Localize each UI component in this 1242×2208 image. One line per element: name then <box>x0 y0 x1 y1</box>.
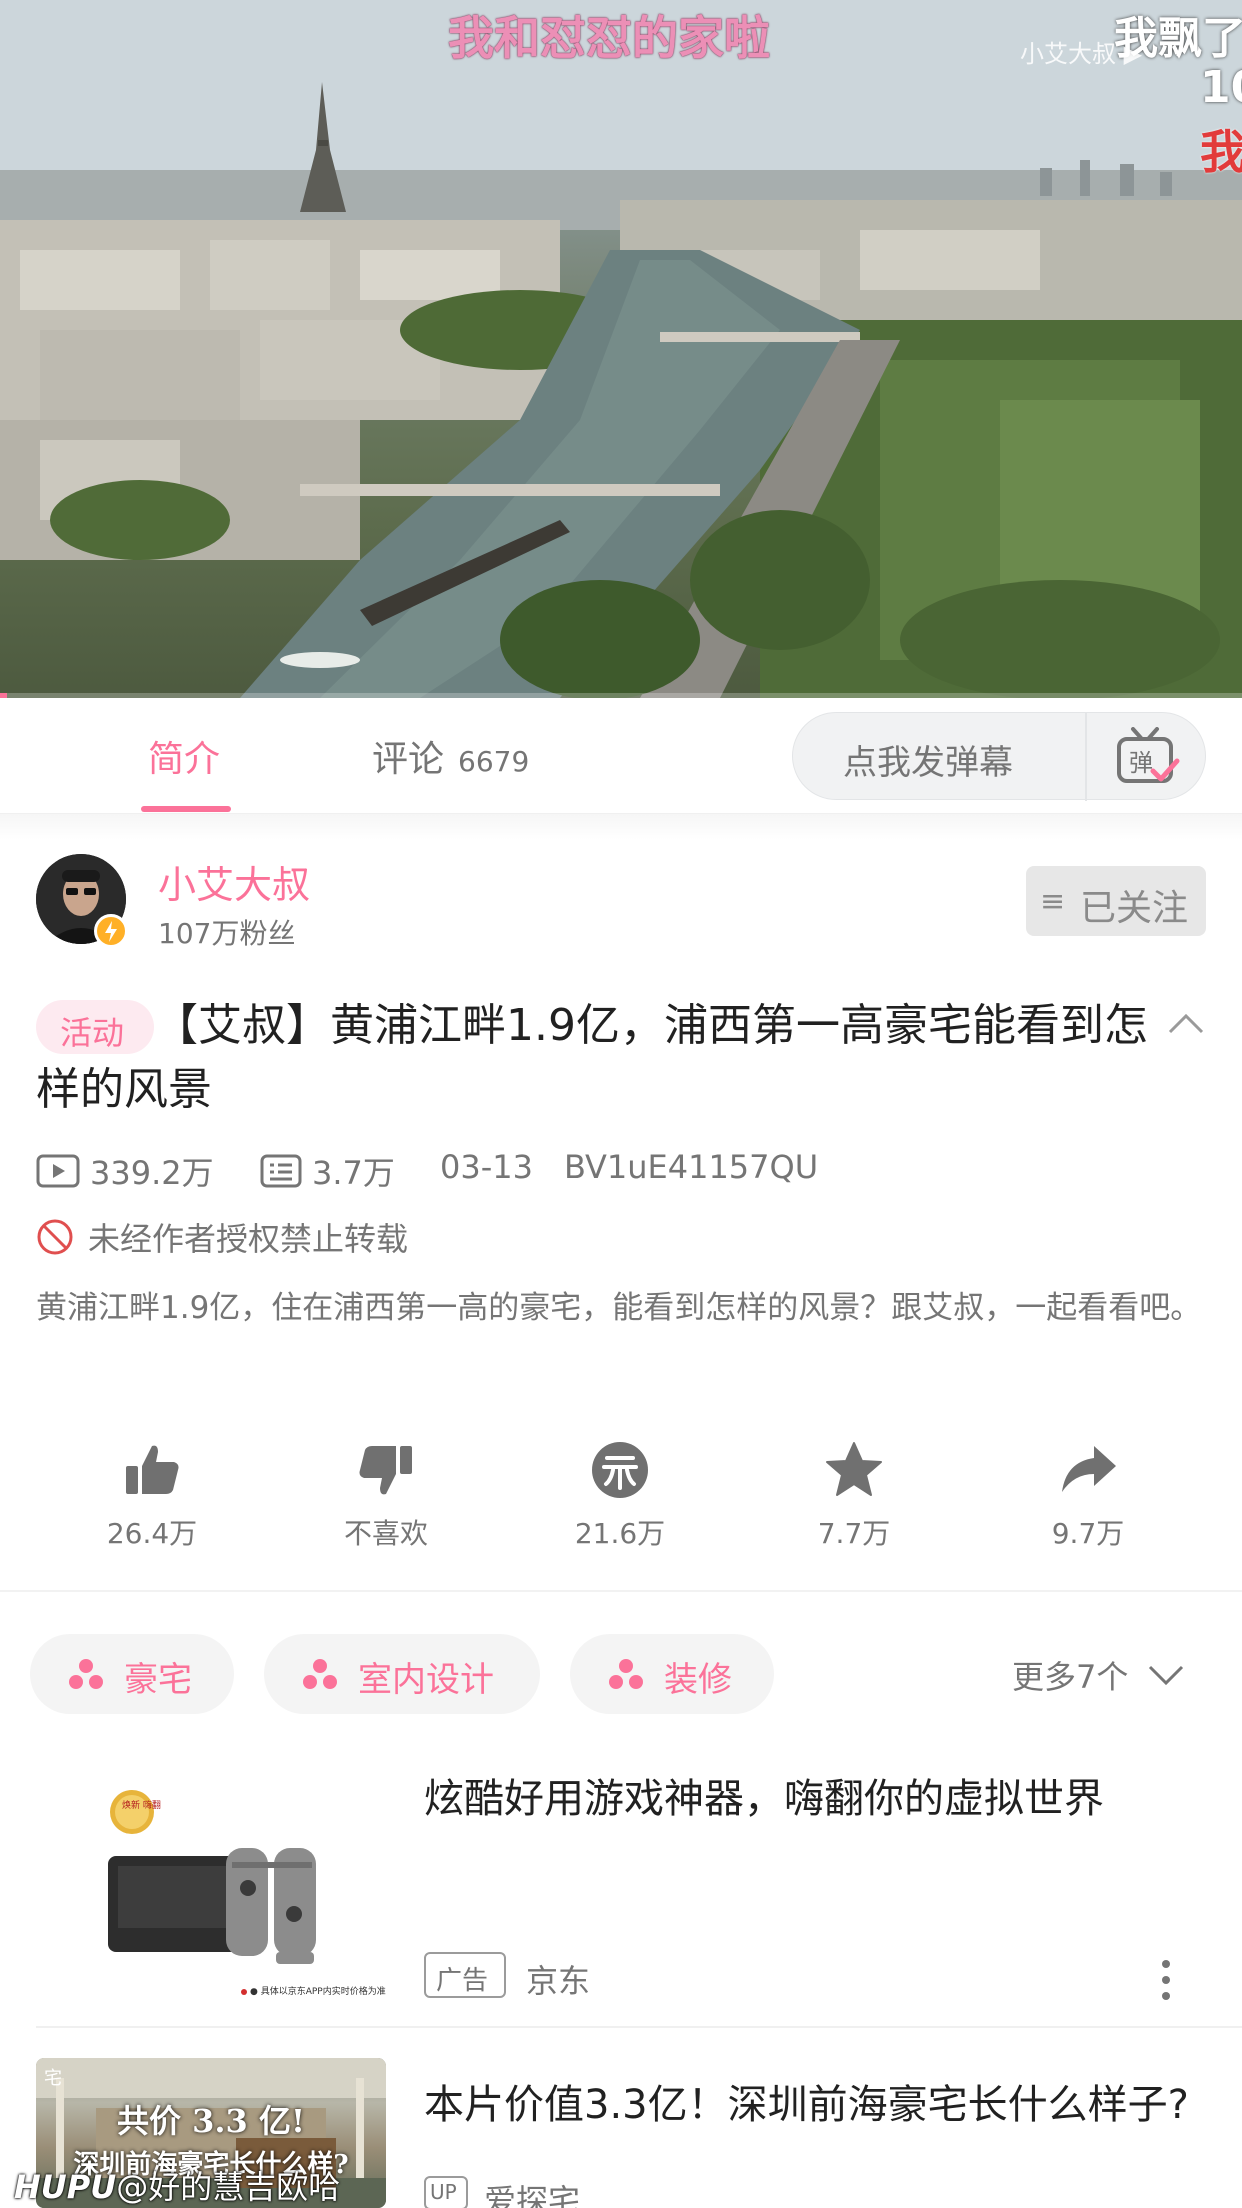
recommendation-source: 爱探宅 <box>484 2182 581 2208</box>
more-options-icon[interactable] <box>1156 1958 1176 2002</box>
tag-label: 豪宅 <box>124 1660 192 1700</box>
no-reprint-notice: 未经作者授权禁止转载 <box>36 1214 408 1260</box>
thumb-badge-line1: 焕新 嗨翻 <box>122 1799 161 1811</box>
ad-badge: 广告 <box>424 1952 506 1998</box>
more-tags-button[interactable]: 更多7个 <box>1012 1652 1186 1698</box>
follow-button[interactable]: ≡ 已关注 <box>1026 866 1206 936</box>
svg-text:弹: 弹 <box>1129 749 1153 777</box>
comment-count: 6679 <box>458 745 530 778</box>
tab-comments-label: 评论 <box>372 739 445 780</box>
up-badge-label: UP <box>430 2180 457 2204</box>
view-count-value: 339.2万 <box>90 1154 214 1192</box>
share-button[interactable]: 9.7万 <box>988 1440 1188 1552</box>
danmaku-count: 3.7万 <box>260 1148 395 1194</box>
star-icon <box>826 1442 882 1496</box>
thumbs-up-icon <box>126 1445 179 1494</box>
tag-chip[interactable]: 装修 <box>570 1634 774 1714</box>
tag-label: 室内设计 <box>358 1660 494 1700</box>
game-console-image: 焕新 嗨翻 <box>36 1756 386 2006</box>
recommendation-source: 京东 <box>526 1962 591 2000</box>
video-description: 黄浦江畔1.9亿，住在浦西第一高的豪宅，能看到怎样的风景？跟艾叔，一起看看吧。 <box>36 1290 1202 1326</box>
danmaku-count-icon <box>260 1154 302 1188</box>
favorite-count: 7.7万 <box>817 1517 891 1550</box>
view-count: 339.2万 <box>36 1148 214 1194</box>
coin-count: 21.6万 <box>574 1517 666 1550</box>
verified-badge-icon <box>94 914 128 948</box>
share-count: 9.7万 <box>1051 1517 1125 1550</box>
danmaku-input[interactable]: 点我发弹幕 弹 <box>792 712 1206 801</box>
watermark-brand: HUPU <box>14 2168 117 2206</box>
tag-chip[interactable]: 室内设计 <box>264 1634 540 1714</box>
tab-comments[interactable]: 评论 6679 <box>372 730 529 782</box>
dislike-button[interactable]: 不喜欢 <box>286 1440 486 1552</box>
share-icon <box>1062 1446 1116 1492</box>
video-frame-paris <box>0 0 1242 698</box>
thumb-corner-label: 宅 <box>44 2068 62 2089</box>
like-button[interactable]: 26.4万 <box>52 1440 252 1552</box>
forbidden-icon <box>37 1219 73 1255</box>
tab-intro[interactable]: 简介 <box>148 730 220 782</box>
divider <box>0 1590 1242 1592</box>
up-badge: UP <box>424 2176 468 2208</box>
video-player[interactable]: 我和怼怼的家啦 我飘了 10 我 小艾大叔 ▶ <box>0 0 1242 698</box>
activity-tag[interactable]: 活动 <box>36 1000 154 1054</box>
ad-thumbnail[interactable]: 焕新 嗨翻 ● 具体以京东APP内实时价格为准 <box>36 1756 386 2006</box>
section-shadow <box>0 814 1242 840</box>
activity-tag-label: 活动 <box>60 1014 125 1052</box>
video-watermark: 小艾大叔 ▶ <box>1020 40 1143 68</box>
danmaku-count-value: 3.7万 <box>312 1154 395 1192</box>
no-reprint-text: 未经作者授权禁止转载 <box>88 1220 409 1258</box>
watermark-text: @好的慧吉欧哈 <box>116 2168 341 2206</box>
recommendation-title[interactable]: 炫酷好用游戏神器，嗨翻你的虚拟世界 <box>424 1774 1214 1824</box>
video-title: 【艾叔】黄浦江畔1.9亿，浦西第一高豪宅能看到怎样的风景 <box>36 1000 1148 1115</box>
danmaku-comment: 10 <box>1200 62 1242 113</box>
danmaku-input-placeholder: 点我发弹幕 <box>843 743 1013 783</box>
like-count: 26.4万 <box>106 1517 198 1550</box>
danmaku-toggle-icon[interactable]: 弹 <box>1115 727 1181 787</box>
danmaku-comment: 我 <box>1200 125 1242 179</box>
danmaku-comment: 我和怼怼的家啦 <box>448 11 770 65</box>
chevron-up-icon[interactable] <box>1166 1010 1206 1036</box>
uploader-name[interactable]: 小艾大叔 <box>158 854 310 909</box>
tag-label: 装修 <box>664 1660 732 1700</box>
tag-dots-icon <box>303 1659 337 1689</box>
ad-price-note: ● 具体以京东APP内实时价格为准 <box>250 1987 386 1997</box>
coin-icon <box>592 1442 648 1498</box>
more-tags-label: 更多7个 <box>1012 1658 1129 1696</box>
chevron-down-icon <box>1149 1665 1184 1686</box>
thumb-caption-line1: 共价 3.3 亿! <box>116 2102 305 2140</box>
divider <box>36 2026 1242 2028</box>
tag-chip[interactable]: 豪宅 <box>30 1634 234 1714</box>
dislike-label: 不喜欢 <box>343 1517 428 1550</box>
publish-date: 03-13 <box>440 1148 533 1186</box>
menu-lines-icon: ≡ <box>1040 884 1066 919</box>
uploader-fans: 107万粉丝 <box>158 917 296 950</box>
active-tab-indicator <box>141 806 231 812</box>
tag-dots-icon <box>69 1659 103 1689</box>
favorite-button[interactable]: 7.7万 <box>754 1440 954 1552</box>
ad-badge-label: 广告 <box>436 1966 489 1996</box>
coin-button[interactable]: 21.6万 <box>520 1440 720 1552</box>
play-count-icon <box>36 1154 80 1188</box>
action-bar: 26.4万 不喜欢 21.6万 7.7万 9.7万 <box>0 1440 1242 1570</box>
thumbs-down-icon <box>359 1446 412 1495</box>
divider <box>1085 713 1087 801</box>
follow-button-label: 已关注 <box>1080 888 1189 929</box>
tag-dots-icon <box>609 1659 643 1689</box>
recommendation-title[interactable]: 本片价值3.3亿！深圳前海豪宅长什么样子? <box>424 2080 1214 2130</box>
screenshot-watermark: HUPU@好的慧吉欧哈 <box>14 2162 340 2208</box>
bvid: BV1uE41157QU <box>564 1148 819 1186</box>
